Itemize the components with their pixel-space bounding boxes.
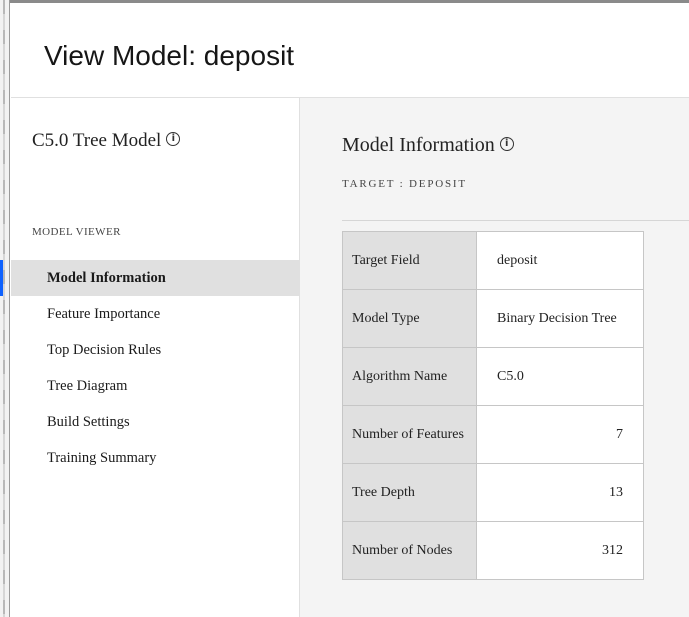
sidebar-item-model-information[interactable]: Model Information [0,260,299,296]
model-viewer-nav: Model Information Feature Importance Top… [0,260,299,476]
table-row: Number of Features 7 [342,405,644,464]
model-title-text: C5.0 Tree Model [32,130,162,151]
info-icon[interactable]: i [499,137,514,151]
row-value: 312 [476,521,644,580]
page-title: View Model: deposit [44,40,295,71]
info-icon[interactable]: i [166,132,181,146]
row-label: Algorithm Name [342,347,477,406]
row-label: Number of Features [342,405,477,464]
sidebar-item-build-settings[interactable]: Build Settings [11,404,299,440]
row-label: Model Type [342,289,477,348]
row-value: 7 [476,405,644,464]
row-label: Number of Nodes [342,521,477,580]
model-title: C5.0 Tree Model i [32,130,181,152]
row-value: Binary Decision Tree [476,289,644,348]
table-row: Number of Nodes 312 [342,521,644,580]
sidebar-item-tree-diagram[interactable]: Tree Diagram [11,368,299,404]
section-label: MODEL VIEWER [32,226,121,238]
table-row: Tree Depth 13 [342,463,644,522]
row-label: Tree Depth [342,463,477,522]
page-header: View Model: deposit [11,8,689,98]
sidebar-item-feature-importance[interactable]: Feature Importance [11,296,299,332]
row-value: deposit [476,231,644,290]
sidebar: C5.0 Tree Model i MODEL VIEWER Model Info… [0,98,300,617]
row-label: Target Field [342,231,477,290]
sidebar-item-top-decision-rules[interactable]: Top Decision Rules [11,332,299,368]
table-row: Algorithm Name C5.0 [342,347,644,406]
sidebar-item-training-summary[interactable]: Training Summary [11,440,299,476]
model-info-table: Target Field deposit Model Type Binary D… [342,231,644,580]
divider [342,220,689,221]
row-value: C5.0 [476,347,644,406]
section-title-text: Model Information [342,134,495,156]
table-row: Model Type Binary Decision Tree [342,289,644,348]
window-frame-top [0,0,689,8]
row-value: 13 [476,463,644,522]
window-frame-left [0,0,10,617]
target-label: TARGET : DEPOSIT [342,178,467,190]
section-title: Model Information i [342,134,514,157]
table-row: Target Field deposit [342,231,644,290]
main-panel: Model Information i TARGET : DEPOSIT Targ… [300,98,689,617]
